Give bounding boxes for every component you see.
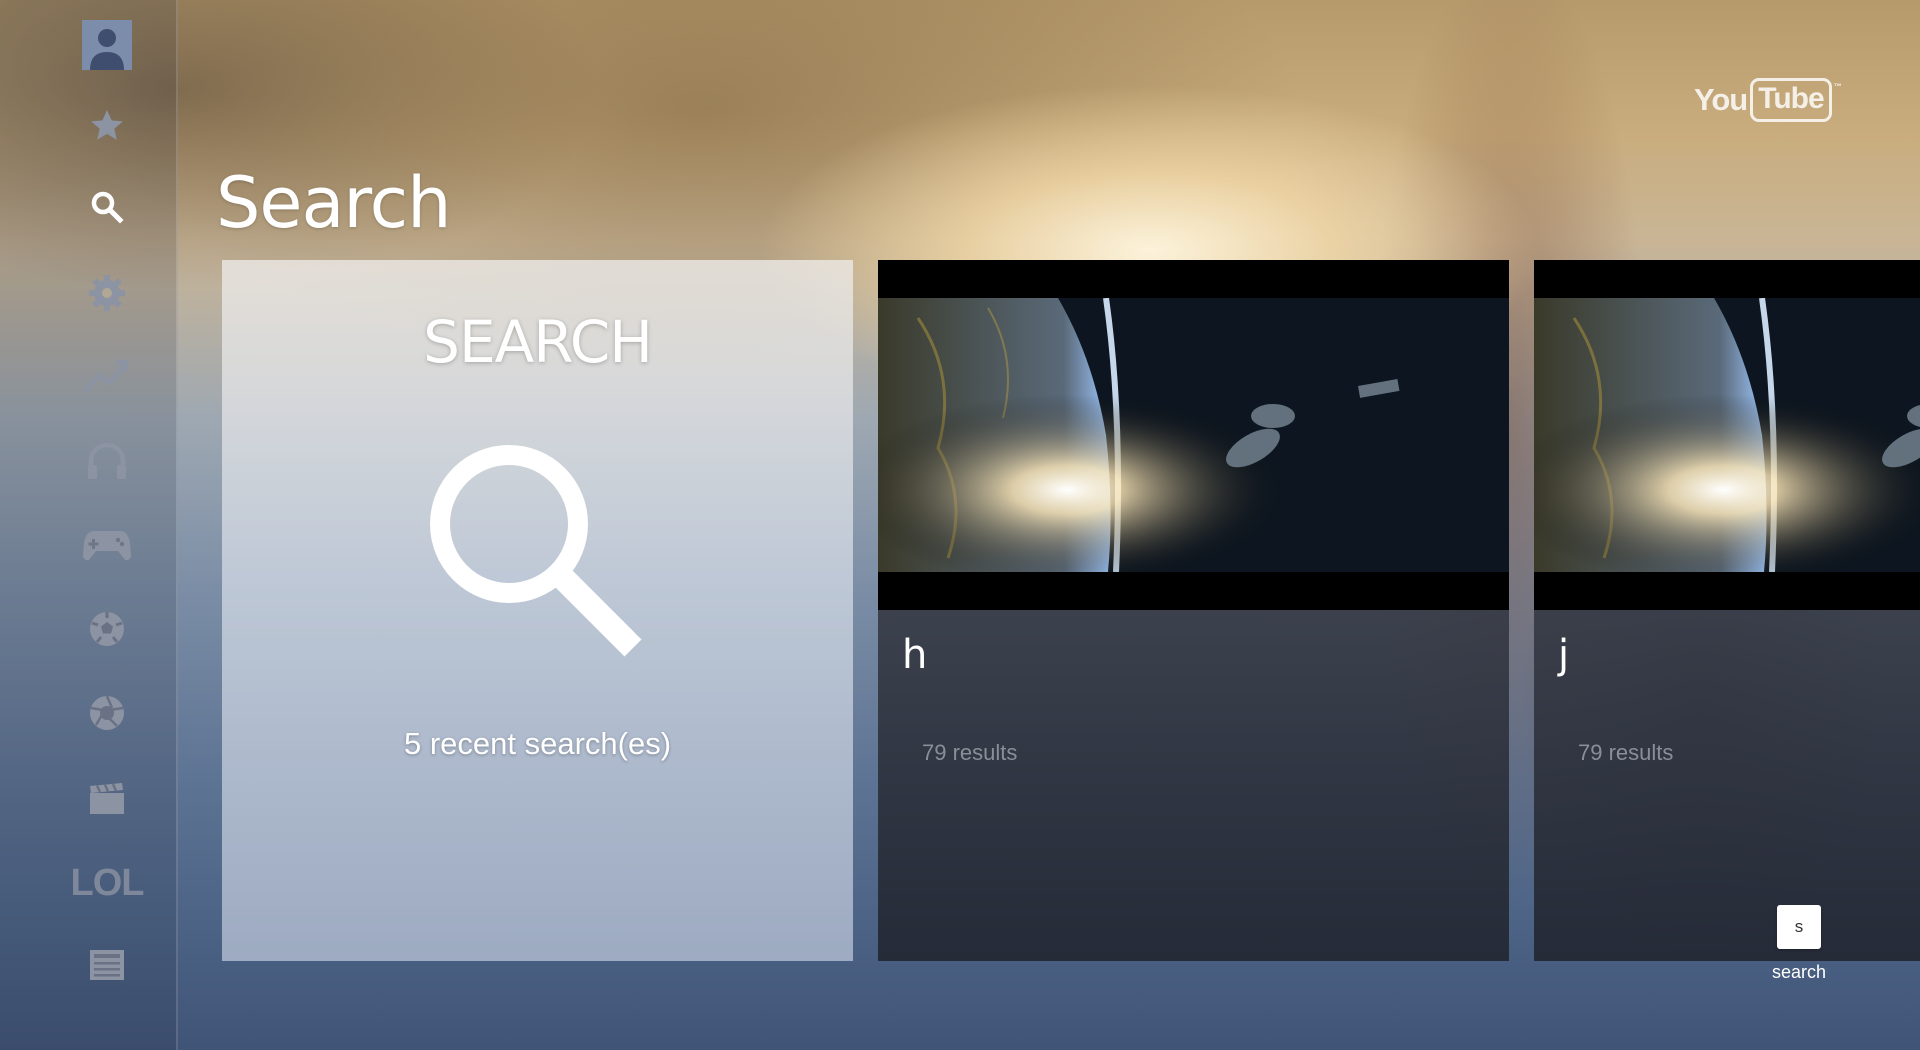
logo-you: You — [1694, 82, 1748, 117]
lol-label: LOL — [70, 862, 145, 904]
page-title: Search — [216, 162, 451, 244]
results-count: 79 results — [1578, 740, 1674, 765]
search-query: h — [902, 632, 928, 678]
video-thumbnail — [1534, 260, 1920, 610]
lol-icon[interactable]: LOL — [71, 854, 145, 912]
recent-searches-count: 5 recent search(es) — [403, 726, 672, 761]
search-card[interactable]: SEARCH 5 recent search(es) — [222, 260, 853, 961]
recent-search-card[interactable]: h 79 results — [878, 260, 1509, 961]
newspaper-icon[interactable] — [78, 936, 136, 994]
video-thumbnail — [878, 260, 1509, 610]
aperture-icon[interactable] — [78, 684, 136, 742]
magnifier-icon — [429, 444, 649, 669]
sidebar: LOL — [0, 0, 178, 1050]
gamepad-icon[interactable] — [78, 516, 136, 574]
search-icon[interactable] — [78, 178, 136, 236]
soccer-ball-icon[interactable] — [78, 600, 136, 658]
search-card-heading: SEARCH — [423, 308, 653, 376]
logo-tube: Tube — [1750, 78, 1832, 122]
search-query: j — [1558, 632, 1570, 678]
logo-trademark: ™ — [1833, 82, 1842, 91]
youtube-logo: You Tube ™ — [1694, 78, 1842, 122]
avatar-icon[interactable] — [82, 20, 132, 70]
keyboard-key-hint[interactable]: s — [1777, 905, 1821, 949]
recent-search-card[interactable]: j 79 results — [1534, 260, 1920, 961]
clapperboard-icon[interactable] — [78, 770, 136, 828]
trending-icon[interactable] — [78, 346, 136, 404]
headphones-icon[interactable] — [78, 432, 136, 490]
results-count: 79 results — [922, 740, 1018, 765]
key-hint-label: search — [1771, 962, 1827, 982]
gear-icon[interactable] — [78, 264, 136, 322]
app-screen: LOL You Tube ™ Search SEARCH 5 recent se… — [0, 0, 1920, 1050]
star-icon[interactable] — [78, 96, 136, 154]
